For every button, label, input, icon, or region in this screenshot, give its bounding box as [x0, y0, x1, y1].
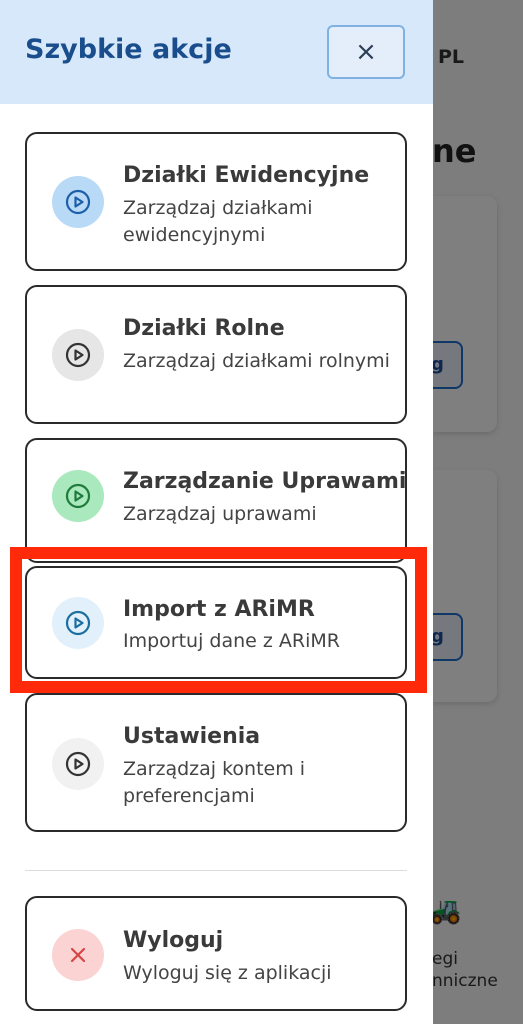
divider	[25, 870, 407, 871]
action-card-dzialki-rolne[interactable]: Działki Rolne Zarządzaj działkami rolnym…	[25, 285, 407, 424]
play-circle-icon	[52, 738, 104, 790]
highlight-box	[10, 547, 427, 693]
action-card-title: Zarządzanie Uprawami	[123, 469, 407, 494]
action-card-subtitle: Zarządzaj działkami ewidencyjnymi	[123, 197, 313, 246]
action-card-ustawienia[interactable]: Ustawienia Zarządzaj kontem i preferencj…	[25, 693, 407, 832]
drawer-title: Szybkie akcje	[25, 34, 232, 65]
action-card-subtitle: Zarządzaj działkami rolnymi	[123, 350, 390, 372]
quick-actions-drawer: Szybkie akcje × Działki Ewidencyjne Zarz…	[0, 0, 433, 1024]
action-card-subtitle: Zarządzaj uprawami	[123, 503, 317, 525]
action-card-subtitle: Zarządzaj kontem i preferencjami	[123, 758, 306, 807]
logout-button[interactable]: Wyloguj Wyloguj się z aplikacji	[25, 896, 407, 1011]
play-circle-icon	[52, 329, 104, 381]
action-card-subtitle: Wyloguj się z aplikacji	[123, 962, 332, 984]
action-card-title: Ustawienia	[123, 724, 261, 749]
action-card-dzialki-ewidencyjne[interactable]: Działki Ewidencyjne Zarządzaj działkami …	[25, 132, 407, 271]
play-circle-icon	[52, 470, 104, 522]
play-circle-icon	[52, 176, 104, 228]
drawer-header: Szybkie akcje ×	[0, 0, 433, 104]
action-card-title: Wyloguj	[123, 928, 224, 953]
close-icon	[52, 929, 104, 981]
close-button[interactable]: ×	[327, 25, 405, 79]
action-card-title: Działki Ewidencyjne	[123, 163, 370, 188]
action-card-title: Działki Rolne	[123, 316, 285, 341]
close-icon: ×	[355, 37, 377, 67]
action-card-zarzadzanie-uprawami[interactable]: Zarządzanie Uprawami Zarządzaj uprawami	[25, 438, 407, 563]
